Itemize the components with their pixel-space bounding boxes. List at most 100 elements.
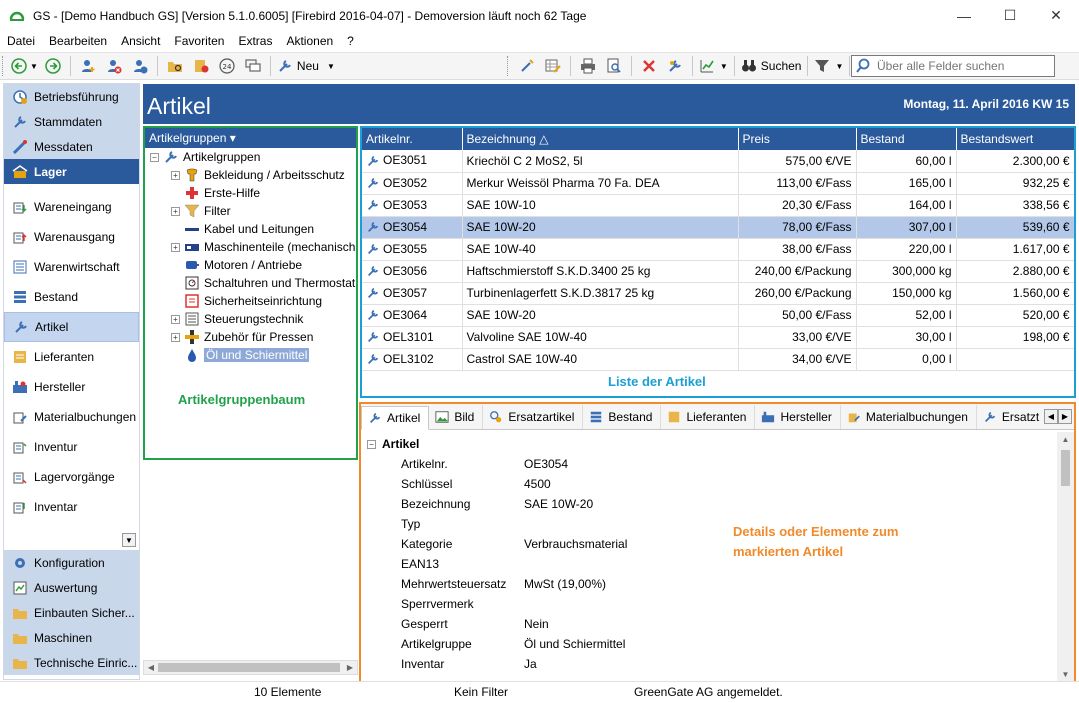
menu-ansicht[interactable]: Ansicht: [121, 34, 160, 48]
tree-node-oel[interactable]: Öl und Schiermittel: [145, 346, 356, 364]
nav-bestand[interactable]: Bestand: [4, 282, 139, 312]
nav-maschinen[interactable]: Maschinen: [4, 625, 139, 650]
table-row[interactable]: OE3052 Merkur Weissöl Pharma 70 Fa. DEA 11…: [362, 172, 1074, 195]
property-group-artikel[interactable]: − Artikel: [361, 434, 1074, 454]
nav-hersteller[interactable]: Hersteller: [4, 372, 139, 402]
nav-inventur[interactable]: Inventur: [4, 432, 139, 462]
nav-warenausgang[interactable]: Warenausgang: [4, 222, 139, 252]
tab-artikel[interactable]: Artikel: [361, 406, 430, 430]
filter-button[interactable]: ▼: [814, 55, 843, 77]
tree-horizontal-scrollbar[interactable]: ◀ ▶: [143, 660, 358, 675]
expand-icon[interactable]: +: [171, 314, 180, 324]
new-button[interactable]: Neu ▼: [277, 55, 335, 77]
property-row[interactable]: Gesperrt Nein: [361, 614, 1074, 634]
tree-node-zubehoer[interactable]: + Zubehör für Pressen: [145, 328, 356, 346]
table-row[interactable]: OE3057 Turbinenlagerfett S.K.D.3817 25 kg…: [362, 282, 1074, 305]
property-row[interactable]: Kategorie Verbrauchsmaterial: [361, 534, 1074, 554]
tree-node-filter[interactable]: + Filter: [145, 202, 356, 220]
search-button[interactable]: Suchen: [741, 55, 801, 77]
tree-node-sicherheit[interactable]: Sicherheitseinrichtung: [145, 292, 356, 310]
tree-node-schaltuhren[interactable]: Schaltuhren und Thermostat: [145, 274, 356, 292]
copy-button[interactable]: [664, 55, 686, 77]
scroll-up-icon[interactable]: ▲: [1057, 432, 1074, 446]
tree-node-maschinenteile[interactable]: + Maschinenteile (mechanisch: [145, 238, 356, 256]
alert-button[interactable]: [190, 55, 212, 77]
toolbar-grip[interactable]: [506, 56, 510, 76]
print-button[interactable]: [577, 55, 599, 77]
nav-wareneingang[interactable]: Wareneingang: [4, 192, 139, 222]
collapse-icon[interactable]: −: [367, 439, 376, 449]
calendar-24-button[interactable]: 24: [216, 55, 238, 77]
global-search-box[interactable]: [851, 55, 1055, 77]
tree-node-motoren[interactable]: Motoren / Antriebe: [145, 256, 356, 274]
tree-root-node[interactable]: − Artikelgruppen: [145, 148, 356, 166]
tab-hersteller[interactable]: Hersteller: [755, 405, 841, 429]
expand-icon[interactable]: +: [171, 332, 180, 342]
toolbar-grip[interactable]: [2, 56, 5, 76]
property-row[interactable]: Schlüssel 4500: [361, 474, 1074, 494]
menu-aktionen[interactable]: Aktionen: [286, 34, 333, 48]
folder-search-button[interactable]: [164, 55, 186, 77]
tab-scroll-left-icon[interactable]: ◀: [1044, 409, 1058, 424]
table-row[interactable]: OE3054 SAE 10W-20 78,00 €/Fass 307,00 l 539,…: [362, 216, 1074, 239]
collapse-icon[interactable]: −: [150, 152, 159, 162]
tab-ersatzartikel[interactable]: Ersatzartikel: [483, 405, 584, 429]
nav-inventar[interactable]: Inventar: [4, 492, 139, 522]
chart-button[interactable]: ▼: [699, 55, 728, 77]
column-header-bestand[interactable]: Bestand: [856, 128, 957, 150]
nav-lieferanten[interactable]: Lieferanten: [4, 342, 139, 372]
property-row[interactable]: Mehrwertsteuersatz MwSt (19,00%): [361, 574, 1074, 594]
column-header-artikelnr[interactable]: Artikelnr.: [362, 128, 463, 150]
user-info-button[interactable]: [129, 55, 151, 77]
column-header-bezeichnung[interactable]: Bezeichnung △: [462, 128, 739, 150]
close-button[interactable]: ✕: [1033, 0, 1079, 31]
scrollbar-thumb[interactable]: [158, 663, 340, 672]
property-row[interactable]: Bezeichnung SAE 10W-20: [361, 494, 1074, 514]
maximize-button[interactable]: ☐: [987, 0, 1033, 31]
user-add-button[interactable]: [77, 55, 99, 77]
expand-icon[interactable]: +: [171, 206, 180, 216]
menu-extras[interactable]: Extras: [238, 34, 272, 48]
comments-button[interactable]: [242, 55, 264, 77]
tab-bestand[interactable]: Bestand: [583, 405, 662, 429]
table-edit-button[interactable]: [542, 55, 564, 77]
back-button[interactable]: ▼: [11, 55, 38, 77]
global-search-input[interactable]: [877, 59, 1052, 73]
property-row[interactable]: Typ: [361, 514, 1074, 534]
tab-ersatzteile[interactable]: Ersatzt: [977, 405, 1047, 429]
expand-icon[interactable]: +: [171, 170, 180, 180]
scroll-left-icon[interactable]: ◀: [144, 661, 158, 674]
nav-betriebsfuehrung[interactable]: Betriebsführung: [4, 84, 139, 109]
nav-auswertung[interactable]: Auswertung: [4, 575, 139, 600]
table-row[interactable]: OEL3101 Valvoline SAE 10W-40 33,00 €/VE 30,…: [362, 326, 1074, 349]
column-header-bestandswert[interactable]: Bestandswert: [956, 128, 1074, 150]
tab-materialbuchungen[interactable]: Materialbuchungen: [841, 405, 977, 429]
scroll-right-icon[interactable]: ▶: [343, 661, 357, 674]
tree-header-dropdown[interactable]: Artikelgruppen ▾: [145, 128, 356, 148]
tree-node-bekleidung[interactable]: + Bekleidung / Arbeitsschutz: [145, 166, 356, 184]
nav-technische-einrichtungen[interactable]: Technische Einric...: [4, 650, 139, 675]
tree-node-erste-hilfe[interactable]: Erste-Hilfe: [145, 184, 356, 202]
nav-lagervorgaenge[interactable]: Lagervorgänge: [4, 462, 139, 492]
expand-icon[interactable]: +: [171, 242, 180, 252]
tree-node-kabel[interactable]: Kabel und Leitungen: [145, 220, 356, 238]
delete-button[interactable]: [638, 55, 660, 77]
nav-scroll-down-button[interactable]: ▼: [122, 533, 136, 547]
scroll-down-icon[interactable]: ▼: [1057, 667, 1074, 681]
property-row[interactable]: EAN13: [361, 554, 1074, 574]
nav-stammdaten[interactable]: Stammdaten: [4, 109, 139, 134]
tree-node-steuerung[interactable]: + Steuerungstechnik: [145, 310, 356, 328]
print-preview-button[interactable]: [603, 55, 625, 77]
table-row[interactable]: OE3053 SAE 10W-10 20,30 €/Fass 164,00 l 338,…: [362, 194, 1074, 217]
menu-help[interactable]: ?: [347, 34, 354, 48]
user-delete-button[interactable]: [103, 55, 125, 77]
property-row[interactable]: Inventar Ja: [361, 654, 1074, 674]
table-row[interactable]: OE3064 SAE 10W-20 50,00 €/Fass 52,00 l 520,0…: [362, 304, 1074, 327]
minimize-button[interactable]: —: [941, 0, 987, 31]
nav-warenwirtschaft[interactable]: Warenwirtschaft: [4, 252, 139, 282]
nav-lager[interactable]: Lager: [4, 159, 139, 184]
column-header-preis[interactable]: Preis: [738, 128, 857, 150]
tab-bild[interactable]: Bild: [429, 405, 484, 429]
tab-lieferanten[interactable]: Lieferanten: [661, 405, 756, 429]
tab-scroll-right-icon[interactable]: ▶: [1058, 409, 1072, 424]
